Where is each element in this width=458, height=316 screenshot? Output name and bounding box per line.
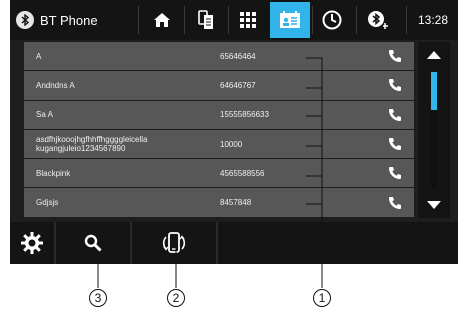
callout-3: 3 (89, 289, 107, 307)
callout-2: 2 (167, 289, 185, 307)
callout-leaders (97, 57, 323, 288)
callout-1: 1 (313, 289, 331, 307)
